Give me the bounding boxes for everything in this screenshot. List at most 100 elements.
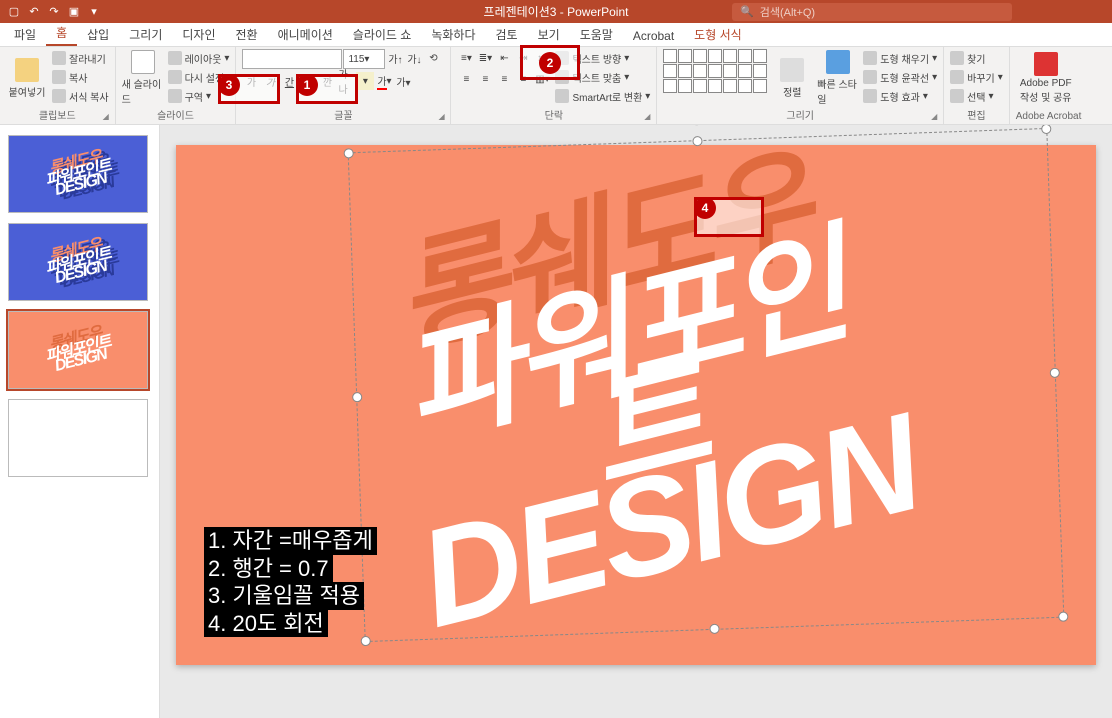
- paste-icon: [15, 58, 39, 82]
- group-drawing: 정렬 빠른 스타일 도형 채우기▾ 도형 윤곽선▾ 도형 효과▾ 그리기 ◢: [657, 47, 944, 124]
- tab-animations[interactable]: 애니메이션: [268, 22, 343, 46]
- pdf-icon: [1034, 52, 1058, 76]
- select-button[interactable]: 선택▾: [950, 87, 1003, 105]
- slide-thumb-4[interactable]: [8, 399, 148, 477]
- title-bar: ▢ ↶ ↷ ▣ ▾ 프레젠테이션3 - PowerPoint 🔍 검색(Alt+…: [0, 0, 1112, 23]
- resize-handle-tl[interactable]: [344, 148, 354, 158]
- slide[interactable]: 롱쉐도우 파워포인트 DESIGN ⟳ 4 1. 자간 =매우좁게: [176, 145, 1096, 665]
- callout-2: 2: [520, 45, 580, 80]
- thumbnail-panel: 롱쉐도우파워포인트DESIGN 롱쉐도우파워포인트DESIGN 롱쉐도우파워포인…: [0, 125, 160, 718]
- align-center-button[interactable]: ≡: [476, 70, 494, 88]
- paste-button[interactable]: 붙여넣기: [6, 49, 48, 107]
- shape-outline-button[interactable]: 도형 윤곽선▾: [863, 68, 937, 86]
- callout-4: 4: [694, 197, 764, 237]
- replace-icon: [950, 70, 964, 84]
- tab-record[interactable]: 녹화하다: [421, 22, 485, 46]
- tab-design[interactable]: 디자인: [172, 22, 225, 46]
- search-box[interactable]: 🔍 검색(Alt+Q): [732, 3, 1012, 21]
- shape-fill-button[interactable]: 도형 채우기▾: [863, 49, 937, 67]
- font-launcher-icon[interactable]: ◢: [438, 112, 448, 122]
- search-placeholder: 검색(Alt+Q): [760, 4, 815, 20]
- shapes-gallery[interactable]: [663, 49, 767, 93]
- highlight-button[interactable]: ▾: [356, 72, 374, 90]
- tab-review[interactable]: 검토: [486, 22, 528, 46]
- replace-button[interactable]: 바꾸기▾: [950, 68, 1003, 86]
- tab-transitions[interactable]: 전환: [225, 22, 267, 46]
- new-slide-button[interactable]: 새 슬라이드: [122, 49, 164, 107]
- redo-icon[interactable]: ↷: [46, 4, 62, 20]
- font-family-select[interactable]: [242, 49, 342, 69]
- group-acrobat: Adobe PDF 작성 및 공유 Adobe Acrobat: [1010, 47, 1088, 124]
- bullets-button[interactable]: ≡▾: [457, 49, 475, 67]
- drawing-launcher-icon[interactable]: ◢: [931, 112, 941, 122]
- present-icon[interactable]: ▣: [66, 4, 82, 20]
- clipboard-launcher-icon[interactable]: ◢: [103, 112, 113, 122]
- align-right-button[interactable]: ≡: [495, 70, 513, 88]
- smartart-button[interactable]: SmartArt로 변환▾: [555, 87, 650, 105]
- format-painter-button[interactable]: 서식 복사: [52, 87, 109, 105]
- align-left-button[interactable]: ≡: [457, 70, 475, 88]
- arrange-icon: [780, 58, 804, 82]
- resize-handle-mr[interactable]: [1050, 368, 1060, 378]
- copy-icon: [52, 70, 66, 84]
- resize-handle-bl[interactable]: [361, 636, 371, 646]
- editing-group-label: 편집: [950, 107, 1003, 124]
- ribbon-tabs: 파일 홈 삽입 그리기 디자인 전환 애니메이션 슬라이드 쇼 녹화하다 검토 …: [0, 23, 1112, 47]
- group-clipboard: 붙여넣기 잘라내기 복사 서식 복사 클립보드 ◢: [0, 47, 116, 124]
- outline-icon: [863, 70, 877, 84]
- canvas-area: 롱쉐도우 파워포인트 DESIGN ⟳ 4 1. 자간 =매우좁게: [160, 125, 1112, 718]
- new-slide-icon: [131, 50, 155, 74]
- slide-thumb-1[interactable]: 롱쉐도우파워포인트DESIGN: [8, 135, 148, 213]
- undo-icon[interactable]: ↶: [26, 4, 42, 20]
- decrease-font-icon[interactable]: 가↓: [405, 49, 423, 67]
- slide-thumb-2[interactable]: 롱쉐도우파워포인트DESIGN: [8, 223, 148, 301]
- slide-thumb-3[interactable]: 롱쉐도우파워포인트DESIGN: [8, 311, 148, 389]
- decrease-indent-button[interactable]: ⇤: [495, 49, 513, 67]
- cut-button[interactable]: 잘라내기: [52, 49, 109, 67]
- find-button[interactable]: 찾기: [950, 49, 1003, 67]
- section-icon: [168, 89, 182, 103]
- paragraph-launcher-icon[interactable]: ◢: [644, 112, 654, 122]
- layout-icon: [168, 51, 182, 65]
- effects-icon: [863, 89, 877, 103]
- tab-acrobat[interactable]: Acrobat: [623, 25, 684, 46]
- tab-file[interactable]: 파일: [4, 22, 46, 46]
- group-editing: 찾기 바꾸기▾ 선택▾ 편집: [944, 47, 1010, 124]
- cut-icon: [52, 51, 66, 65]
- select-icon: [950, 89, 964, 103]
- increase-font-icon[interactable]: 가↑: [386, 49, 404, 67]
- tab-home[interactable]: 홈: [46, 20, 77, 46]
- arrange-button[interactable]: 정렬: [771, 49, 813, 107]
- annotation-textbox[interactable]: 1. 자간 =매우좁게 2. 행간 = 0.7 3. 기울임꼴 적용 4. 20…: [204, 527, 377, 637]
- tab-help[interactable]: 도움말: [570, 22, 623, 46]
- fill-icon: [863, 51, 877, 65]
- resize-handle-ml[interactable]: [352, 392, 362, 402]
- quick-styles-button[interactable]: 빠른 스타일: [817, 49, 859, 107]
- resize-handle-bm[interactable]: [709, 624, 719, 634]
- layout-button[interactable]: 레이아웃▾: [168, 49, 230, 67]
- numbering-button[interactable]: ≣▾: [476, 49, 494, 67]
- tab-view[interactable]: 보기: [528, 22, 570, 46]
- tab-slideshow[interactable]: 슬라이드 쇼: [343, 22, 422, 46]
- font-color-button[interactable]: 가▾: [375, 72, 393, 90]
- search-icon: 🔍: [740, 5, 754, 18]
- clear-format-icon[interactable]: ⟲: [424, 49, 442, 67]
- resize-handle-tm[interactable]: [692, 136, 702, 146]
- paste-label: 붙여넣기: [9, 84, 46, 99]
- tab-draw[interactable]: 그리기: [119, 22, 172, 46]
- tab-shape-format[interactable]: 도형 서식: [684, 22, 752, 46]
- resize-handle-tr[interactable]: [1041, 125, 1051, 134]
- copy-button[interactable]: 복사: [52, 68, 109, 86]
- resize-handle-br[interactable]: [1058, 612, 1068, 622]
- shape-effects-button[interactable]: 도형 효과▾: [863, 87, 937, 105]
- qat-dropdown-icon[interactable]: ▾: [86, 4, 102, 20]
- save-icon[interactable]: ▢: [6, 4, 22, 20]
- change-case-button[interactable]: 가▾: [394, 72, 412, 90]
- tab-insert[interactable]: 삽입: [77, 22, 119, 46]
- quick-styles-icon: [826, 50, 850, 74]
- reset-icon: [168, 70, 182, 84]
- adobe-pdf-button[interactable]: Adobe PDF 작성 및 공유: [1016, 49, 1076, 107]
- font-group-label: 글꼴: [242, 107, 444, 124]
- work-area: 롱쉐도우파워포인트DESIGN 롱쉐도우파워포인트DESIGN 롱쉐도우파워포인…: [0, 125, 1112, 718]
- quick-access-toolbar: ▢ ↶ ↷ ▣ ▾: [0, 4, 108, 20]
